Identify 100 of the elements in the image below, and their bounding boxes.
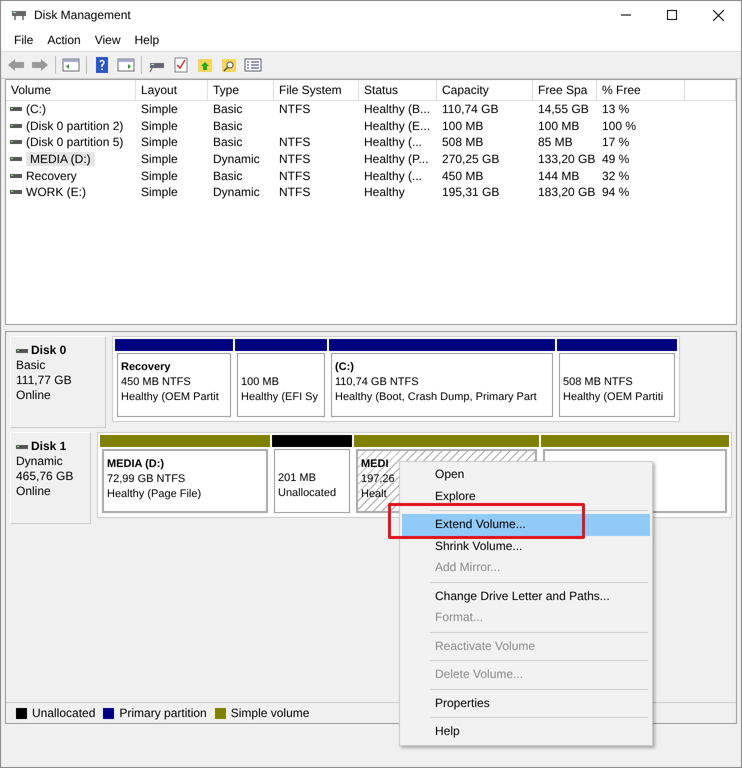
disk-size: 111,77 GB <box>16 373 73 388</box>
partition-status: Healt <box>361 487 387 502</box>
table-cell: Basic <box>213 102 242 116</box>
menu-item[interactable]: Help <box>402 721 650 742</box>
column-header[interactable]: Type <box>208 80 274 100</box>
partition-size: 110,74 GB NTFS <box>335 375 419 390</box>
partition-box[interactable]: 100 MB Healthy (EFI Sy <box>237 353 325 417</box>
drive-name[interactable]: MEDIA (D:) <box>26 152 95 166</box>
partition-status: Unallocated <box>278 486 336 501</box>
list-icon[interactable] <box>244 57 262 73</box>
menu-item[interactable]: Change Drive Letter and Paths... <box>402 586 650 607</box>
menu-item[interactable]: Action <box>40 33 88 47</box>
legend-label: Unallocated <box>32 706 96 720</box>
partition-status: Healthy (OEM Partiti <box>563 390 664 405</box>
menu-item[interactable]: Properties <box>402 692 650 714</box>
table-cell: Simple <box>141 152 178 166</box>
disk-type: Basic <box>16 358 46 373</box>
partition-size: 508 MB NTFS <box>563 375 633 390</box>
drive-name[interactable]: WORK (E:) <box>26 185 86 200</box>
menu-item[interactable]: File <box>7 33 40 47</box>
table-cell: 85 MB <box>538 135 573 150</box>
legend-label: Primary partition <box>119 706 207 720</box>
partition-size: 100 MB <box>241 375 279 390</box>
partition-status: Healthy (EFI Sy <box>241 390 318 405</box>
drive-name[interactable]: (Disk 0 partition 5) <box>26 135 124 150</box>
checklist-icon[interactable] <box>172 57 190 73</box>
help-icon[interactable] <box>93 57 111 73</box>
column-header[interactable]: Volume <box>6 80 136 100</box>
back-arrow-icon[interactable] <box>7 57 25 73</box>
window-pane-icon[interactable] <box>117 57 135 73</box>
table-cell: Healthy (E... <box>364 118 430 133</box>
table-cell: 14,55 GB <box>538 102 589 116</box>
disk-type: Dynamic <box>16 454 64 469</box>
table-cell: 133,20 GB <box>538 152 596 166</box>
disk-size: 465,76 GB <box>16 469 74 484</box>
partition-name: MEDI <box>361 457 388 472</box>
table-cell: Healthy (P... <box>364 152 428 166</box>
partition-box[interactable]: MEDIA (D:) 72,99 GB NTFS Healthy (Page File) <box>102 449 268 513</box>
partition-box[interactable]: (C:) 110,74 GB NTFS Healthy (Boot, Crash Dump, Primary Part <box>331 353 553 417</box>
table-cell: NTFS <box>279 135 310 150</box>
table-cell: 49 % <box>602 152 630 166</box>
table-cell: NTFS <box>279 185 310 200</box>
table-cell: 183,20 GB <box>538 185 596 200</box>
table-cell: Basic <box>213 135 242 150</box>
disk-drive-icon <box>11 8 27 22</box>
forward-arrow-icon[interactable] <box>31 57 49 73</box>
drive-name[interactable]: (Disk 0 partition 2) <box>26 118 124 133</box>
disk-name: Disk 1 <box>31 439 66 454</box>
partition-name: MEDIA (D:) <box>107 457 164 472</box>
table-cell: Healthy (B... <box>364 102 430 116</box>
table-cell: Simple <box>141 185 178 200</box>
table-cell: Simple <box>141 135 178 150</box>
menu-item[interactable]: Extend Volume... <box>402 514 650 536</box>
table-cell: Healthy (... <box>364 135 422 150</box>
column-header[interactable]: Layout <box>136 80 208 100</box>
partition-box[interactable]: Recovery 450 MB NTFS Healthy (OEM Partit <box>117 353 231 417</box>
disk-name: Disk 0 <box>31 343 66 358</box>
menu-item[interactable]: Shrink Volume... <box>402 536 650 557</box>
menu-item[interactable]: Help <box>128 33 166 47</box>
menu-item[interactable]: View <box>88 33 128 47</box>
column-header[interactable]: Status <box>359 80 437 100</box>
partition-size: 450 MB NTFS <box>121 375 191 390</box>
drive-icon <box>16 346 28 354</box>
table-cell: Healthy <box>364 185 405 200</box>
column-header[interactable]: File System <box>274 80 359 100</box>
column-header[interactable]: Free Spa <box>533 80 597 100</box>
window-pane-icon[interactable] <box>62 57 80 73</box>
table-cell: 13 % <box>602 102 630 116</box>
table-cell: 94 % <box>602 185 630 200</box>
table-cell: NTFS <box>279 102 310 116</box>
partition-size: 72,99 GB NTFS <box>107 472 186 487</box>
drive-name[interactable]: (C:) <box>26 102 46 116</box>
menu-item[interactable]: Open <box>402 464 650 486</box>
partition-size: 197,26 <box>361 472 395 487</box>
legend-label: Simple volume <box>230 706 310 720</box>
partition-box[interactable]: 201 MB Unallocated <box>274 449 350 513</box>
partition-name: Recovery <box>121 360 171 375</box>
table-cell: Simple <box>141 168 178 183</box>
table-cell: 100 MB <box>538 118 580 133</box>
table-cell: 32 % <box>602 168 630 183</box>
table-cell: Dynamic <box>213 185 260 200</box>
folder-search-icon[interactable] <box>220 57 238 73</box>
menu-item[interactable]: Explore <box>402 486 650 507</box>
close-icon <box>712 10 724 20</box>
partition-box[interactable]: 508 MB NTFS Healthy (OEM Partiti <box>559 353 675 417</box>
table-cell: 17 % <box>602 135 630 150</box>
table-cell: Dynamic <box>213 152 260 166</box>
table-cell: 110,74 GB <box>442 102 498 116</box>
table-cell: Simple <box>141 102 178 116</box>
column-header[interactable]: Capacity <box>437 80 533 100</box>
table-cell: 100 % <box>602 118 636 133</box>
column-header[interactable]: % Free <box>597 80 685 100</box>
disk-status: Online <box>16 484 52 499</box>
partition-status: Healthy (Boot, Crash Dump, Primary Part <box>335 390 537 405</box>
drive-name[interactable]: Recovery <box>26 168 77 183</box>
table-cell: Basic <box>213 118 242 133</box>
table-cell: 508 MB <box>442 135 484 150</box>
table-cell: 100 MB <box>442 118 484 133</box>
table-cell: 270,25 GB <box>442 152 500 166</box>
maximize-icon <box>667 10 677 20</box>
